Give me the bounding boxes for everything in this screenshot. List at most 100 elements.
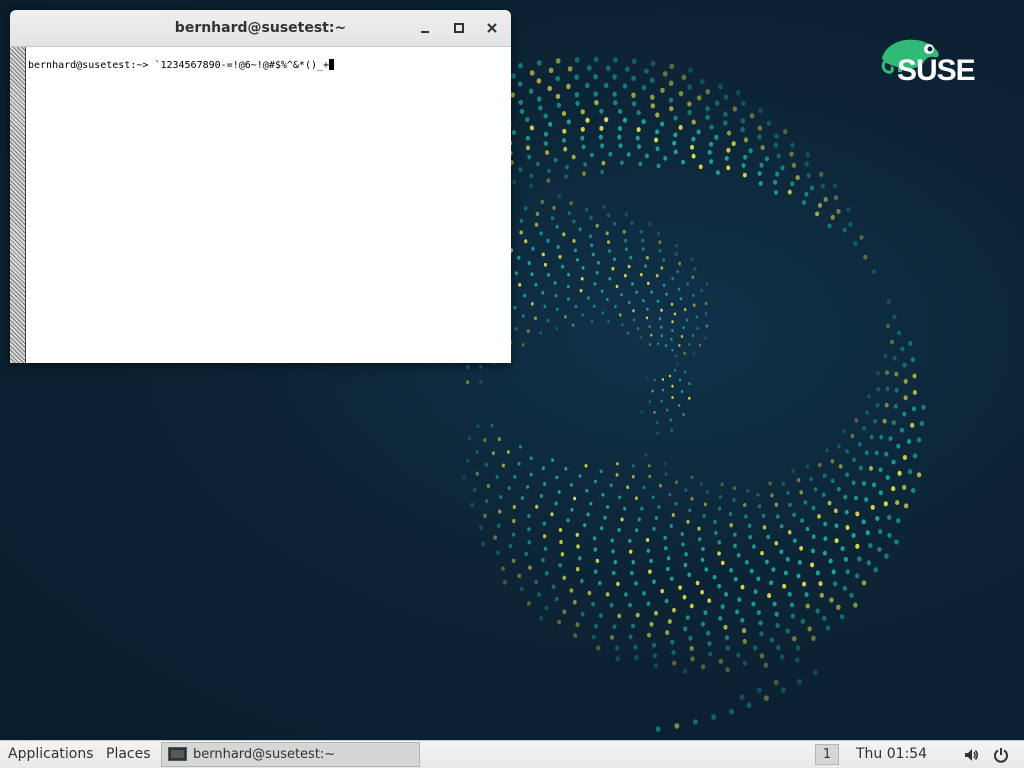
wallpaper-dot [542,521,546,526]
wallpaper-dot [561,264,565,269]
wallpaper-dot [585,82,590,89]
wallpaper-dot [559,540,563,545]
wallpaper-dot [615,473,619,477]
wallpaper-dot [581,265,585,270]
workspace-indicator[interactable]: 1 [815,744,839,765]
wallpaper-dot [693,267,697,271]
wallpaper-dot [724,592,729,597]
wallpaper-dot [495,475,499,479]
wallpaper-dot [617,613,622,619]
wallpaper-dot [691,334,695,338]
wallpaper-dot [618,143,623,149]
wallpaper-dot [606,505,610,509]
wallpaper-dot [526,484,530,489]
wallpaper-dot [662,71,668,77]
wallpaper-dot [809,476,813,482]
wallpaper-dot [529,456,533,461]
wallpaper-dot [889,339,894,345]
taskbar-item-terminal[interactable]: bernhard@susetest:~ [161,742,420,767]
wallpaper-dot [723,94,729,100]
wallpaper-dot [752,544,756,549]
wallpaper-dot [462,475,466,480]
wallpaper-dot [817,514,821,519]
wallpaper-dot [613,257,616,262]
power-icon[interactable] [993,747,1009,763]
wallpaper-dot [538,105,543,111]
wallpaper-dot [599,469,603,474]
applications-menu[interactable]: Applications [8,741,94,768]
wallpaper-dot [906,438,912,445]
wallpaper-dot [842,585,848,591]
wallpaper-dot [708,651,713,657]
wallpaper-dot [521,343,525,347]
wallpaper-dot [585,117,590,123]
wallpaper-dot [668,374,672,378]
wallpaper-dot [859,234,864,241]
close-button[interactable] [482,18,502,38]
wallpaper-dot [622,229,626,234]
wallpaper-dot [740,617,745,623]
wallpaper-dot [648,569,652,574]
wallpaper-dot [642,485,646,490]
wallpaper-dot [617,134,622,140]
terminal-content[interactable]: bernhard@susetest:~> `1234567890-=!@6~!@… [27,47,511,363]
wallpaper-dot [593,547,598,552]
wallpaper-dot [562,575,567,581]
wallpaper-dot [760,144,765,151]
wallpaper-dot [689,645,694,652]
wallpaper-dot [615,284,619,289]
places-menu[interactable]: Places [106,741,151,768]
wallpaper-dot [634,581,638,586]
wallpaper-dot [564,174,568,179]
typed-command: `1234567890-=!@6~!@#$%^&*()_+ [154,60,330,71]
wallpaper-dot [543,131,549,137]
window-titlebar[interactable]: bernhard@susetest:~ [10,10,511,47]
wallpaper-dot [631,560,635,565]
terminal-scrollbar[interactable] [10,47,26,363]
wallpaper-dot [902,362,907,368]
wallpaper-dot [616,581,620,587]
wallpaper-dot [876,370,880,376]
wallpaper-dot [883,354,888,359]
wallpaper-dot [757,504,762,509]
wallpaper-dot [912,373,917,379]
wallpaper-dot [739,694,745,700]
maximize-button[interactable] [449,18,469,38]
wallpaper-dot [683,562,688,568]
wallpaper-dot [872,269,877,274]
wallpaper-dot [919,421,924,427]
wallpaper-dot [812,669,818,676]
shell-prompt: bernhard@susetest:~> [28,60,155,71]
wallpaper-dot [692,719,698,725]
wallpaper-dot [600,526,604,531]
wallpaper-dot [679,297,683,301]
wallpaper-dot [564,315,567,319]
wallpaper-dot [633,318,636,322]
wallpaper-dot [678,90,684,97]
wallpaper-dot [891,486,896,492]
wallpaper-dot [658,240,662,245]
clock[interactable]: Thu 01:54 [856,741,927,768]
volume-icon[interactable] [963,747,979,763]
wallpaper-dot [699,78,705,85]
wallpaper-dot [758,181,763,186]
wallpaper-dot [664,598,669,604]
wallpaper-dot [514,271,519,276]
minimize-button[interactable] [415,18,435,38]
wallpaper-dot [521,314,525,318]
wallpaper-dot [491,451,495,456]
wallpaper-dot [725,667,730,673]
wallpaper-dot [626,331,629,335]
wallpaper-dot [620,293,623,297]
wallpaper-dot [844,509,849,515]
terminal-window[interactable]: bernhard@susetest:~ bernhard@susetest:~>… [10,10,511,363]
wallpaper-dot [598,613,603,619]
wallpaper-dot [669,524,673,528]
wallpaper-dot [769,580,774,586]
wallpaper-dot [627,264,631,269]
wallpaper-dot [910,357,916,363]
wallpaper-dot [677,403,681,408]
wallpaper-dot [669,63,675,70]
wallpaper-dot [729,523,733,528]
wallpaper-dot [678,343,681,347]
